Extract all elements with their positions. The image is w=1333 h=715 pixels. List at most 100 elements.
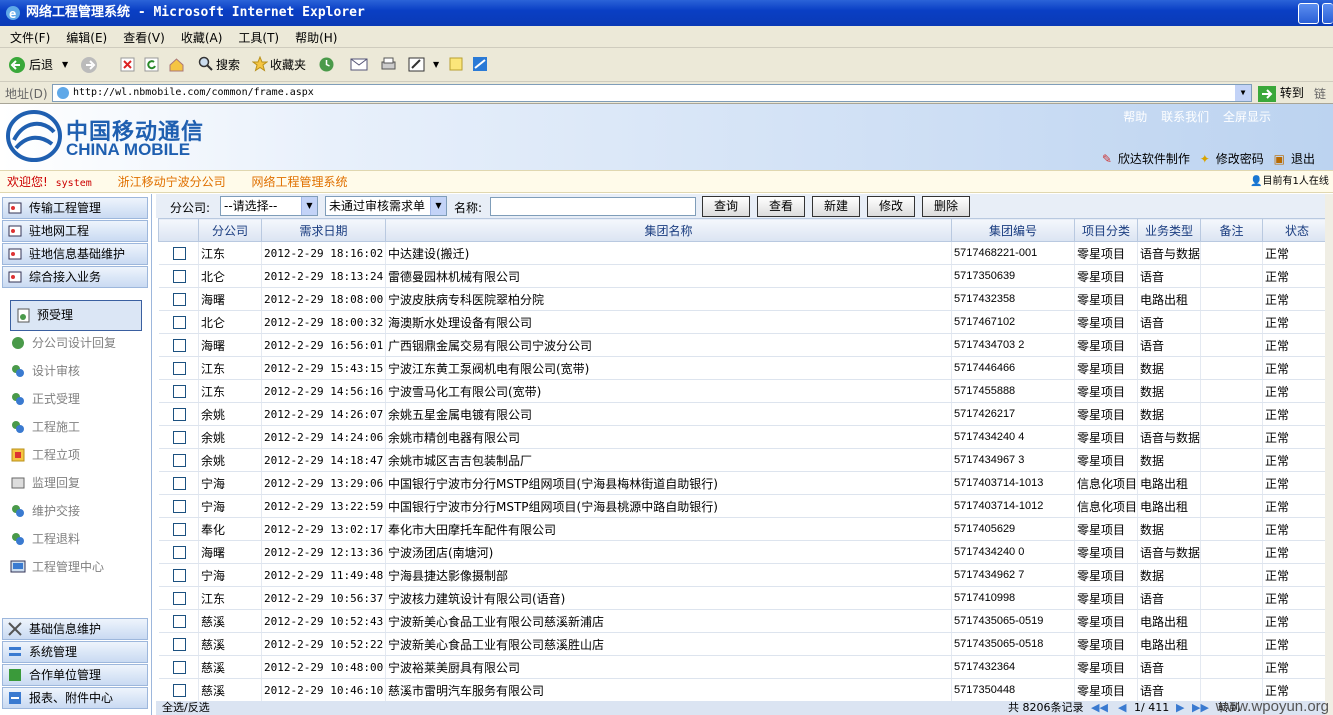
sidebar-item-design-reply[interactable]: 分公司设计回复 [10, 333, 116, 353]
menu-favorites[interactable]: 收藏(A) [181, 26, 223, 46]
table-row[interactable]: 海曙 2012-2-29 12:13:36 宁波汤团店(南塘河) 5717434240… [158, 540, 1332, 564]
row-checkbox[interactable] [172, 431, 186, 444]
col-group-name[interactable]: 集团名称 [385, 218, 952, 242]
select-all-link[interactable]: 全选/反选 [162, 701, 210, 714]
favorites-button[interactable]: 收藏夹 [270, 56, 306, 74]
change-password-link[interactable]: 修改密码 [1216, 152, 1264, 166]
stop-icon[interactable] [120, 57, 135, 72]
col-remark[interactable]: 备注 [1200, 218, 1263, 242]
row-checkbox[interactable] [172, 661, 186, 674]
row-checkbox[interactable] [172, 293, 186, 306]
col-project-type[interactable]: 项目分类 [1074, 218, 1138, 242]
table-row[interactable]: 慈溪 2012-2-29 10:46:10 慈溪市雷明汽车服务有限公司 5717350… [158, 678, 1332, 702]
row-checkbox[interactable] [172, 569, 186, 582]
row-checkbox[interactable] [172, 339, 186, 352]
forward-arrow-icon[interactable] [80, 56, 98, 74]
table-row[interactable]: 慈溪 2012-2-29 10:48:00 宁波裕莱美厨具有限公司 571743236… [158, 655, 1332, 679]
sidebar-item-design-review[interactable]: 设计审核 [10, 361, 80, 381]
sidebar-item-reports[interactable]: 报表、附件中心 [2, 687, 148, 709]
back-button[interactable]: 后退 [29, 56, 53, 74]
logout-link[interactable]: 退出 [1291, 152, 1315, 166]
table-row[interactable]: 余姚 2012-2-29 14:24:06 余姚市精创电器有限公司 571743424… [158, 425, 1332, 449]
row-checkbox[interactable] [172, 615, 186, 628]
first-page-icon[interactable]: ◀◀ [1091, 701, 1108, 715]
help-link[interactable]: 帮助 [1123, 110, 1147, 124]
row-checkbox[interactable] [172, 500, 186, 513]
row-checkbox[interactable] [172, 684, 186, 697]
menu-view[interactable]: 查看(V) [123, 26, 165, 46]
fullscreen-link[interactable]: 全屏显示 [1223, 110, 1271, 124]
row-checkbox[interactable] [172, 546, 186, 559]
prev-page-icon[interactable]: ◀ [1118, 701, 1126, 715]
address-input[interactable]: http://wl.nbmobile.com/common/frame.aspx… [52, 84, 1252, 102]
table-row[interactable]: 江东 2012-2-29 10:56:37 宁波核力建筑设计有限公司(语音) 5717… [158, 586, 1332, 610]
table-row[interactable]: 宁海 2012-2-29 13:29:06 中国银行宁波市分行MSTP组网项目(宁海… [158, 471, 1332, 495]
go-button[interactable]: 转到 [1258, 84, 1304, 102]
mail-icon[interactable] [350, 57, 368, 72]
vertical-scrollbar[interactable] [1325, 194, 1333, 715]
sidebar-item-formal-acceptance[interactable]: 正式受理 [10, 389, 80, 409]
print-icon[interactable] [380, 56, 397, 73]
contact-link[interactable]: 联系我们 [1161, 110, 1209, 124]
row-checkbox[interactable] [172, 638, 186, 651]
table-row[interactable]: 宁海 2012-2-29 13:22:59 中国银行宁波市分行MSTP组网项目(宁海… [158, 494, 1332, 518]
query-button[interactable]: 查询 [702, 196, 750, 217]
note-icon[interactable] [448, 56, 464, 72]
minimize-button[interactable] [1298, 3, 1319, 24]
sidebar-item-project-center[interactable]: 工程管理中心 [10, 557, 104, 577]
sidebar-item-pre-acceptance[interactable]: 预受理 [10, 300, 142, 331]
row-checkbox[interactable] [172, 362, 186, 375]
col-date[interactable]: 需求日期 [261, 218, 386, 242]
sidebar-item-construction[interactable]: 工程施工 [10, 417, 80, 437]
menu-tools[interactable]: 工具(T) [238, 26, 279, 46]
search-button[interactable]: 搜索 [216, 56, 240, 74]
sidebar-item-basic-info[interactable]: 基础信息维护 [2, 618, 148, 640]
delete-button[interactable]: 删除 [922, 196, 970, 217]
row-checkbox[interactable] [172, 247, 186, 260]
table-row[interactable]: 宁海 2012-2-29 11:49:48 宁海县捷达影像摄制部 5717434962… [158, 563, 1332, 587]
menu-file[interactable]: 文件(F) [10, 26, 50, 46]
row-checkbox[interactable] [172, 477, 186, 490]
sidebar-item-integrated-access[interactable]: 综合接入业务 [2, 266, 148, 288]
menu-help[interactable]: 帮助(H) [295, 26, 337, 46]
back-dropdown-icon[interactable]: ▼ [62, 56, 68, 74]
favorites-star-icon[interactable] [252, 56, 268, 72]
table-row[interactable]: 余姚 2012-2-29 14:26:07 余姚五星金属电镀有限公司 57174262… [158, 402, 1332, 426]
software-maker-link[interactable]: 欣达软件制作 [1118, 152, 1190, 166]
sidebar-item-partner-admin[interactable]: 合作单位管理 [2, 664, 148, 686]
table-row[interactable]: 慈溪 2012-2-29 10:52:43 宁波新美心食品工业有限公司慈溪新浦店 57… [158, 609, 1332, 633]
history-icon[interactable] [318, 56, 335, 73]
name-input[interactable] [490, 197, 696, 216]
sidebar-item-system-admin[interactable]: 系统管理 [2, 641, 148, 663]
status-select[interactable]: 未通过审核需求单 ▼ [325, 196, 447, 216]
last-page-icon[interactable]: ▶▶ [1192, 701, 1209, 715]
edit-dropdown-icon[interactable]: ▼ [433, 56, 439, 74]
table-row[interactable]: 余姚 2012-2-29 14:18:47 余姚市城区吉吉包装制品厂 57174349… [158, 448, 1332, 472]
sidebar-item-material-return[interactable]: 工程退料 [10, 529, 80, 549]
edit-icon[interactable] [408, 56, 425, 73]
table-row[interactable]: 奉化 2012-2-29 13:02:17 奉化市大田摩托车配件有限公司 571740… [158, 517, 1332, 541]
new-button[interactable]: 新建 [812, 196, 860, 217]
view-button[interactable]: 查看 [757, 196, 805, 217]
home-icon[interactable] [168, 56, 185, 73]
col-status[interactable]: 状态 [1262, 218, 1332, 242]
edit-button[interactable]: 修改 [867, 196, 915, 217]
table-row[interactable]: 北仑 2012-2-29 18:00:32 海澳斯水处理设备有限公司 57174671… [158, 310, 1332, 334]
row-checkbox[interactable] [172, 270, 186, 283]
sidebar-item-transmission[interactable]: 传输工程管理 [2, 197, 148, 219]
search-icon[interactable] [198, 56, 214, 72]
table-row[interactable]: 江东 2012-2-29 15:43:15 宁波江东黄工泵阀机电有限公司(宽带) 57… [158, 356, 1332, 380]
row-checkbox[interactable] [172, 523, 186, 536]
col-group-code[interactable]: 集团编号 [951, 218, 1075, 242]
row-checkbox[interactable] [172, 592, 186, 605]
row-checkbox[interactable] [172, 408, 186, 421]
row-checkbox[interactable] [172, 454, 186, 467]
branch-select[interactable]: --请选择-- ▼ [220, 196, 318, 216]
row-checkbox[interactable] [172, 385, 186, 398]
sidebar-item-supervision-reply[interactable]: 监理回复 [10, 473, 80, 493]
maximize-button[interactable] [1322, 3, 1333, 24]
table-row[interactable]: 慈溪 2012-2-29 10:52:22 宁波新美心食品工业有限公司慈溪胜山店 57… [158, 632, 1332, 656]
sidebar-item-residential-info[interactable]: 驻地信息基础维护 [2, 243, 148, 265]
table-row[interactable]: 江东 2012-2-29 14:56:16 宁波雪马化工有限公司(宽带) 571745… [158, 379, 1332, 403]
row-checkbox[interactable] [172, 316, 186, 329]
